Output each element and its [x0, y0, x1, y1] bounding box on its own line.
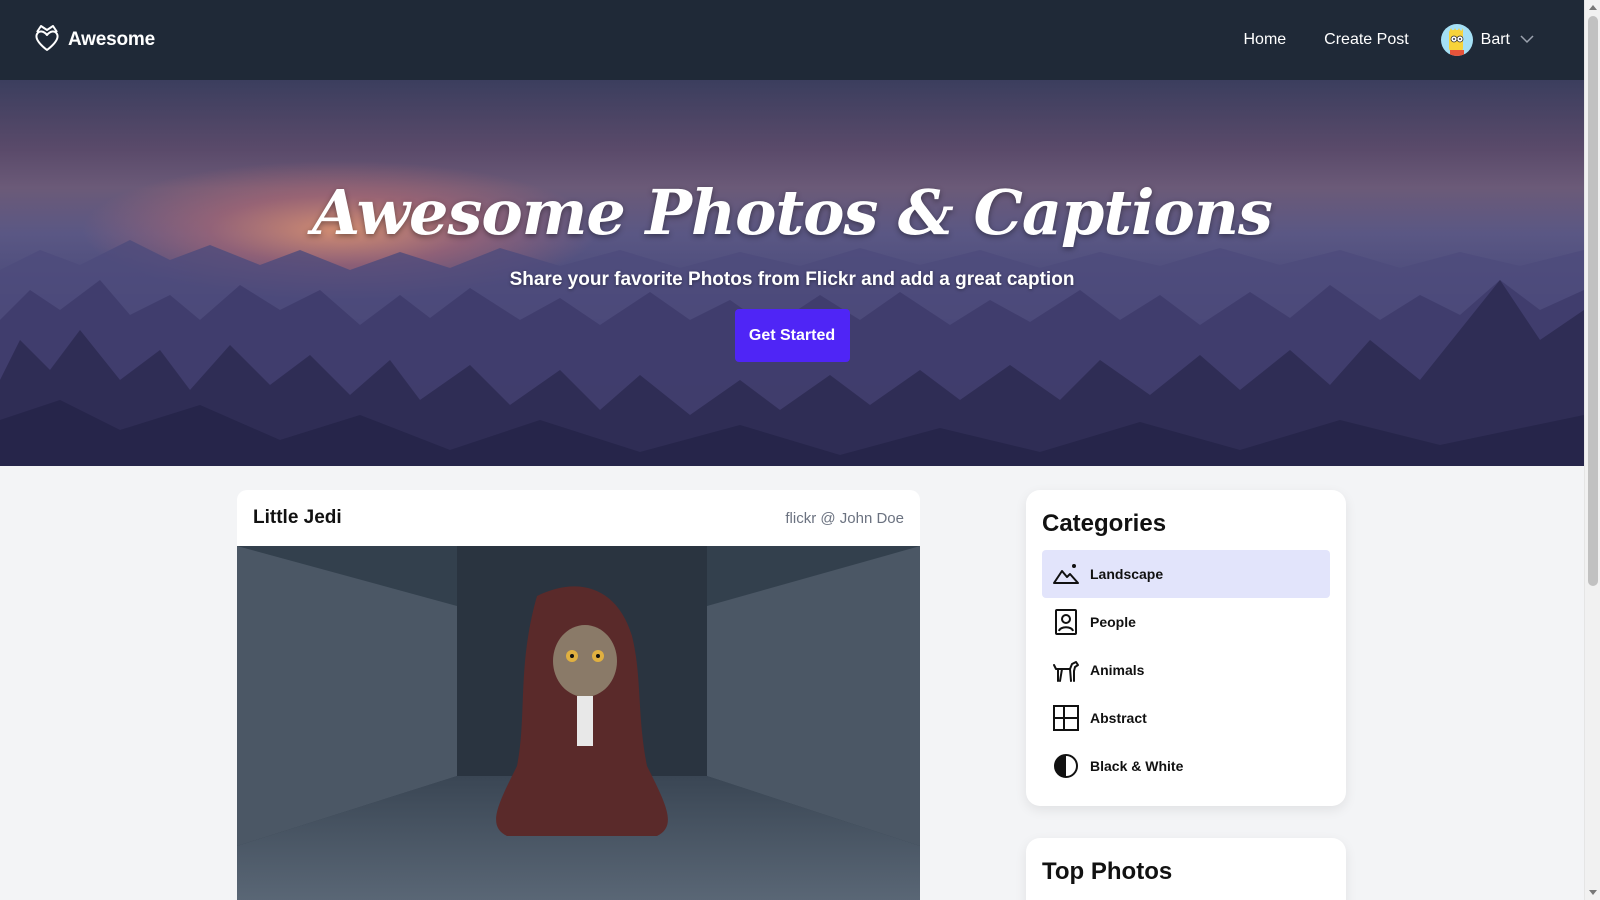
category-item-black-white[interactable]: Black & White — [1042, 742, 1330, 790]
post-card: Little Jedi flickr @ John Doe — [237, 490, 920, 900]
category-label: People — [1090, 614, 1136, 630]
scrollbar-thumb[interactable] — [1588, 16, 1598, 586]
category-item-abstract[interactable]: Abstract — [1042, 694, 1330, 742]
post-header: Little Jedi flickr @ John Doe — [237, 490, 920, 546]
avatar — [1440, 24, 1473, 56]
nav-home-link[interactable]: Home — [1243, 31, 1286, 49]
post-photo[interactable] — [237, 546, 920, 900]
brand-name: Awesome — [68, 29, 155, 50]
hero-content: Awesome Photos & Captions Share your fav… — [0, 80, 1584, 466]
contrast-icon — [1052, 752, 1080, 780]
nav-create-post-link[interactable]: Create Post — [1324, 31, 1408, 49]
mountain-icon — [1052, 560, 1080, 588]
category-item-animals[interactable]: Animals — [1042, 646, 1330, 694]
heart-crown-logo-icon — [34, 23, 60, 58]
scroll-down-arrow-icon[interactable] — [1589, 890, 1597, 895]
category-label: Landscape — [1090, 566, 1164, 582]
post-credit[interactable]: flickr @ John Doe — [785, 510, 904, 527]
scroll-up-arrow-icon[interactable] — [1589, 5, 1597, 10]
person-icon — [1052, 608, 1080, 636]
category-label: Abstract — [1090, 710, 1147, 726]
category-label: Animals — [1090, 662, 1145, 678]
hero-subtitle: Share your favorite Photos from Flickr a… — [509, 269, 1075, 290]
categories-heading: Categories — [1042, 510, 1167, 537]
nav-links: Home Create Post Bart — [1205, 24, 1534, 56]
navbar: Awesome Home Create Post Bart — [0, 0, 1584, 80]
cat-photo-illustration — [237, 546, 920, 900]
brand-link[interactable]: Awesome — [34, 23, 155, 58]
chevron-down-icon — [1520, 31, 1534, 49]
top-photos-card: Top Photos — [1026, 838, 1346, 900]
hero-banner: Awesome Photos & Captions Share your fav… — [0, 80, 1584, 466]
hero-title: Awesome Photos & Captions — [312, 176, 1273, 249]
user-name: Bart — [1480, 31, 1510, 48]
top-photos-heading: Top Photos — [1042, 858, 1173, 885]
category-item-landscape[interactable]: Landscape — [1042, 550, 1330, 598]
category-item-people[interactable]: People — [1042, 598, 1330, 646]
user-menu[interactable]: Bart — [1440, 24, 1534, 56]
post-title: Little Jedi — [253, 507, 342, 528]
grid-icon — [1052, 704, 1080, 732]
page-scrollbar[interactable] — [1584, 0, 1600, 900]
category-label: Black & White — [1090, 758, 1184, 774]
categories-card: Categories Landscape People Animals Abst… — [1026, 490, 1346, 806]
dog-icon — [1052, 656, 1080, 684]
get-started-button[interactable]: Get Started — [734, 309, 850, 362]
